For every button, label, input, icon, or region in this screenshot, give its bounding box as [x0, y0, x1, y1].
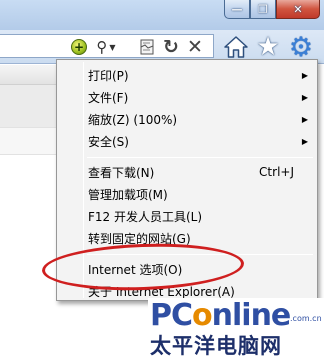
- watermark-logo-rest: nline: [211, 298, 292, 333]
- menu-item-label: 打印(P): [88, 68, 129, 83]
- menu-item-label: 查看下载(N): [88, 165, 155, 180]
- submenu-arrow-icon: ▶: [301, 114, 308, 124]
- menu-item-label: F12 开发人员工具(L): [88, 209, 203, 224]
- menu-item-label: 安全(S): [88, 134, 129, 149]
- compatibility-icon[interactable]: +: [70, 38, 88, 56]
- favorites-star-icon[interactable]: ★: [254, 32, 282, 62]
- search-dropdown-icon[interactable]: ▼: [109, 43, 115, 52]
- refresh-icon[interactable]: ↻: [160, 36, 182, 58]
- submenu-arrow-icon: ▶: [301, 70, 308, 80]
- home-icon[interactable]: [222, 33, 250, 61]
- menu-item-view-downloads[interactable]: 查看下载(N) Ctrl+J: [60, 161, 314, 183]
- search-icon[interactable]: ⚲ ▼: [92, 38, 120, 56]
- submenu-arrow-icon: ▶: [301, 92, 308, 102]
- menu-item-print[interactable]: 打印(P) ▶: [60, 64, 314, 86]
- watermark-logo-pc: PC: [150, 298, 193, 333]
- compatibility-glyph: +: [71, 39, 87, 55]
- tools-gear-icon[interactable]: ⚙: [285, 32, 317, 63]
- menu-item-dev-tools[interactable]: F12 开发人员工具(L): [60, 205, 314, 227]
- watermark-logo-o: o: [192, 298, 213, 333]
- menu-item-shortcut: Ctrl+J: [259, 165, 294, 179]
- title-bar: — ❐ ✕: [0, 0, 324, 30]
- menu-item-manage-addons[interactable]: 管理加载项(M): [60, 183, 314, 205]
- menu-item-zoom[interactable]: 缩放(Z) (100%) ▶: [60, 108, 314, 130]
- submenu-arrow-icon: ▶: [301, 136, 308, 146]
- search-glyph: ⚲: [96, 38, 108, 56]
- close-button[interactable]: ✕: [276, 0, 320, 19]
- menu-separator: [87, 157, 313, 158]
- minimize-button[interactable]: —: [224, 0, 250, 19]
- watermark-domain: .com.cn: [290, 314, 322, 323]
- window-controls: — ❐ ✕: [224, 0, 320, 19]
- menu-item-label: 文件(F): [88, 90, 129, 105]
- menu-item-label: 缩放(Z) (100%): [88, 112, 178, 127]
- menu-item-file[interactable]: 文件(F) ▶: [60, 86, 314, 108]
- menu-item-label: 管理加载项(M): [88, 187, 168, 202]
- stop-icon[interactable]: ✕: [184, 36, 206, 58]
- pconline-watermark: PConline .com.cn 太平洋电脑网: [148, 298, 324, 362]
- home-glyph: [224, 36, 248, 58]
- address-bar[interactable]: + ⚲ ▼ ↻ ✕: [0, 34, 214, 58]
- menu-item-safety[interactable]: 安全(S) ▶: [60, 130, 314, 152]
- watermark-chinese-name: 太平洋电脑网: [150, 334, 282, 358]
- restore-button[interactable]: ❐: [250, 0, 276, 19]
- broken-page-icon: [140, 39, 154, 55]
- watermark-logo: PConline: [150, 298, 292, 333]
- compatibility-view-icon[interactable]: [138, 38, 156, 56]
